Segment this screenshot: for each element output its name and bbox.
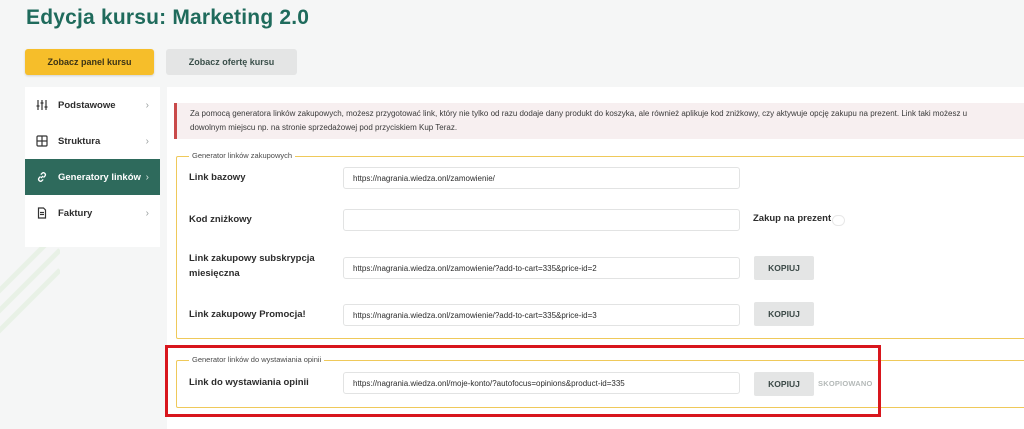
purchase-generator-legend: Generator linków zakupowych [192, 151, 293, 160]
gift-purchase-toggle[interactable] [832, 215, 845, 226]
base-link-label: Link bazowy [189, 172, 246, 183]
document-icon [36, 207, 48, 219]
review-generator-legend: Generator linków do wystawiania opinii [192, 355, 322, 364]
info-notice: Za pomocą generatora linków zakupowych, … [174, 103, 1024, 139]
copy-review-link-button[interactable]: KOPIUJ [754, 372, 814, 396]
copied-status: SKOPIOWANO [818, 379, 873, 388]
subscription-link-label-line2: miesięczna [189, 268, 240, 279]
subscription-link-field[interactable]: https://nagrania.wiedza.onl/zamowienie/?… [343, 257, 740, 279]
sliders-icon [36, 99, 48, 111]
promo-link-field[interactable]: https://nagrania.wiedza.onl/zamowienie/?… [343, 304, 740, 326]
grid-icon [36, 135, 48, 147]
chevron-right-icon: › [145, 99, 149, 111]
base-link-field[interactable]: https://nagrania.wiedza.onl/zamowienie/ [343, 167, 740, 189]
gift-purchase-label: Zakup na prezent [753, 213, 832, 224]
discount-code-label: Kod zniżkowy [189, 214, 252, 225]
info-text-line1: Za pomocą generatora linków zakupowych, … [190, 109, 968, 118]
promo-link-label: Link zakupowy Promocja! [189, 309, 306, 320]
sidebar: Podstawowe › Struktura › Generatory link… [25, 87, 160, 247]
sidebar-item-label: Podstawowe [58, 99, 116, 111]
sidebar-item-label: Faktury [58, 207, 93, 219]
page-title: Edycja kursu: Marketing 2.0 [26, 6, 310, 29]
subscription-link-label-line1: Link zakupowy subskrypcja [189, 253, 315, 264]
view-course-panel-button[interactable]: Zobacz panel kursu [25, 49, 154, 75]
sidebar-item-faktury[interactable]: Faktury › [25, 195, 160, 231]
review-link-label: Link do wystawiania opinii [189, 377, 309, 388]
sidebar-item-struktura[interactable]: Struktura › [25, 123, 160, 159]
chevron-right-icon: › [145, 171, 149, 183]
info-text-line2: dowolnym miejscu np. na stronie sprzedaż… [190, 123, 458, 132]
subscription-link-label: Link zakupowy subskrypcja miesięczna [189, 251, 315, 281]
copy-subscription-link-button[interactable]: KOPIUJ [754, 256, 814, 280]
discount-code-field[interactable] [343, 209, 740, 231]
sidebar-item-generatory-linkow[interactable]: Generatory linków › [25, 159, 160, 195]
sidebar-item-label: Generatory linków [58, 171, 141, 183]
chevron-right-icon: › [145, 207, 149, 219]
chevron-right-icon: › [145, 135, 149, 147]
sidebar-item-label: Struktura [58, 135, 101, 147]
link-icon [36, 171, 48, 183]
review-link-field[interactable]: https://nagrania.wiedza.onl/moje-konto/?… [343, 372, 740, 394]
sidebar-item-podstawowe[interactable]: Podstawowe › [25, 87, 160, 123]
view-course-offer-button[interactable]: Zobacz ofertę kursu [166, 49, 297, 75]
copy-promo-link-button[interactable]: KOPIUJ [754, 302, 814, 326]
